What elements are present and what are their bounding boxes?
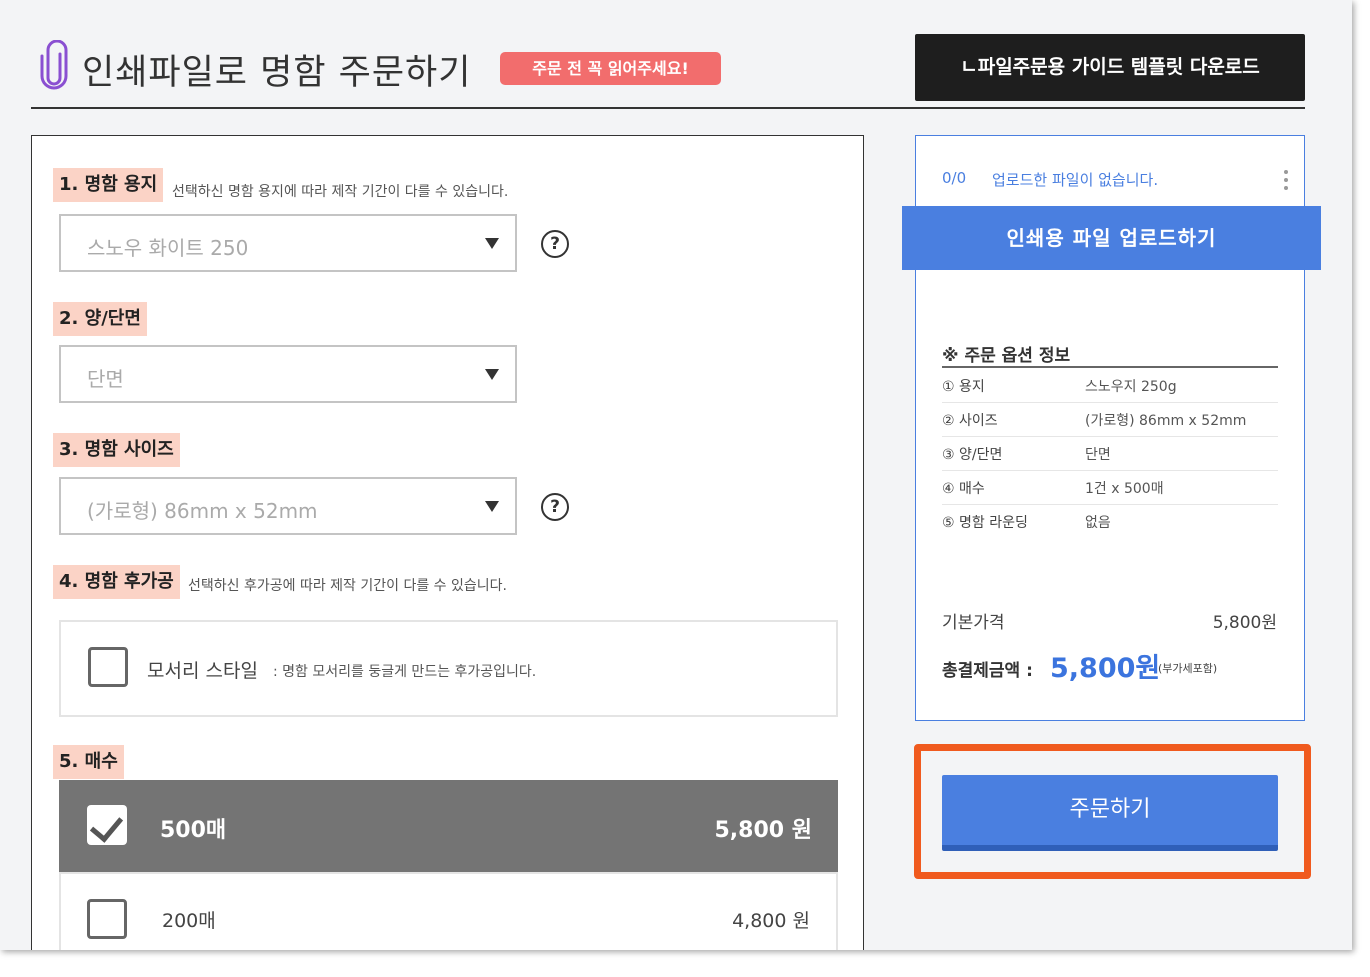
option-row-sides: ③ 양/단면 단면 (942, 437, 1278, 471)
page-title: 인쇄파일로 명함 주문하기 (82, 53, 472, 93)
option-value: (가로형) 86mm x 52mm (1085, 413, 1247, 429)
dropdown-arrow-icon (485, 369, 499, 380)
finishing-section-label: 4. 명함 후가공 (53, 565, 180, 599)
option-row-rounding: ⑤ 명함 라운딩 없음 (942, 505, 1278, 538)
sides-select-value: 단면 (87, 367, 124, 391)
check-mark-icon (89, 808, 124, 843)
dropdown-arrow-icon (485, 238, 499, 249)
option-value: 스노우지 250g (1085, 379, 1177, 395)
option-value: 1건 x 500매 (1085, 481, 1164, 497)
read-before-order-badge[interactable]: 주문 전 꼭 읽어주세요! (500, 52, 721, 85)
sides-select[interactable]: 단면 (59, 345, 517, 403)
option-row-quantity: ④ 매수 1건 x 500매 (942, 471, 1278, 505)
option-row-size: ② 사이즈 (가로형) 86mm x 52mm (942, 403, 1278, 437)
finishing-section-desc: 선택하신 후가공에 따라 제작 기간이 다를 수 있습니다. (188, 578, 507, 594)
order-options-divider (942, 366, 1278, 368)
order-form-panel: 1. 명함 용지 선택하신 명함 용지에 따라 제작 기간이 다를 수 있습니다… (31, 135, 864, 950)
order-button[interactable]: 주문하기 (942, 775, 1278, 851)
page-frame: 인쇄파일로 명함 주문하기 주문 전 꼭 읽어주세요! ㄴ파일주문용 가이드 템… (0, 0, 1352, 950)
option-key: ② 사이즈 (942, 413, 998, 429)
guide-template-download-button[interactable]: ㄴ파일주문용 가이드 템플릿 다운로드 (915, 34, 1305, 101)
paperclip-icon (40, 40, 68, 90)
size-help-icon[interactable]: ? (541, 493, 569, 521)
paper-section-desc: 선택하신 명함 용지에 따라 제작 기간이 다를 수 있습니다. (172, 184, 509, 200)
option-value: 없음 (1085, 515, 1111, 531)
no-file-message: 업로드한 파일이 없습니다. (992, 171, 1159, 189)
option-key: ④ 매수 (942, 481, 985, 497)
vat-note: (부가세포함) (1158, 662, 1218, 675)
quantity-label: 500매 (160, 818, 227, 843)
kebab-menu-icon[interactable] (1284, 170, 1288, 194)
corner-style-desc: : 명함 모서리를 둥글게 만드는 후가공입니다. (273, 664, 537, 680)
corner-style-title: 모서리 스타일 (147, 660, 258, 682)
corner-style-option[interactable]: 모서리 스타일 : 명함 모서리를 둥글게 만드는 후가공입니다. (59, 620, 838, 717)
checkbox-icon[interactable] (87, 899, 127, 939)
quantity-option-200[interactable]: 200매 4,800 원 (59, 872, 838, 950)
sides-section-label: 2. 양/단면 (53, 302, 147, 336)
file-count: 0/0 (942, 169, 967, 187)
option-key: ① 용지 (942, 379, 985, 395)
total-price-label: 총결제금액 : (942, 661, 1033, 681)
quantity-price: 5,800 원 (714, 818, 813, 843)
checkbox-checked-icon[interactable] (87, 805, 127, 845)
dropdown-arrow-icon (485, 501, 499, 512)
order-options-title: ※ 주문 옵션 정보 (942, 346, 1071, 366)
paper-select-value: 스노우 화이트 250 (87, 236, 249, 260)
option-key: ③ 양/단면 (942, 447, 1003, 463)
paper-section-label: 1. 명함 용지 (53, 168, 164, 202)
total-price-value: 5,800원 (1050, 653, 1161, 684)
base-price-value: 5,800원 (1212, 613, 1277, 633)
quantity-section-label: 5. 매수 (53, 745, 124, 779)
option-key: ⑤ 명함 라운딩 (942, 515, 1028, 531)
size-select[interactable]: (가로형) 86mm x 52mm (59, 477, 517, 535)
size-section-label: 3. 명함 사이즈 (53, 433, 180, 467)
base-price-label: 기본가격 (942, 613, 1005, 633)
quantity-option-500[interactable]: 500매 5,800 원 (59, 780, 838, 872)
size-select-value: (가로형) 86mm x 52mm (87, 499, 318, 523)
upload-print-file-button[interactable]: 인쇄용 파일 업로드하기 (902, 206, 1321, 270)
option-row-paper: ① 용지 스노우지 250g (942, 369, 1278, 403)
quantity-label: 200매 (162, 910, 216, 932)
paper-help-icon[interactable]: ? (541, 230, 569, 258)
header-divider (31, 107, 1305, 109)
corner-style-checkbox[interactable] (88, 647, 128, 687)
quantity-price: 4,800 원 (732, 910, 810, 932)
paper-select[interactable]: 스노우 화이트 250 (59, 214, 517, 272)
option-value: 단면 (1085, 447, 1111, 463)
